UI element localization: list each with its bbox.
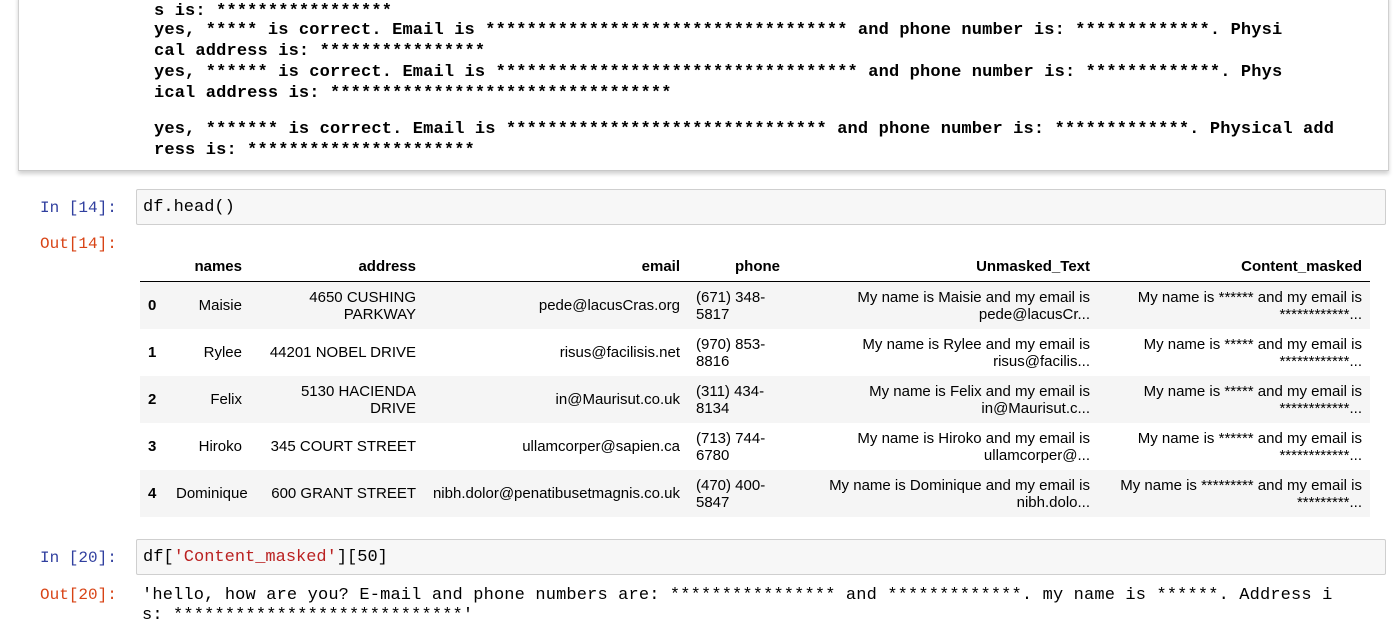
output-line: s: ****************************' <box>142 606 474 625</box>
output-prompt: Out[14]: <box>40 235 117 253</box>
output-line: cal address is: **************** <box>154 42 486 61</box>
table-cell: 345 COURT STREET <box>270 438 416 455</box>
table-cell: (311) 434-8134 <box>696 382 765 417</box>
column-header: Content_masked <box>1098 254 1370 282</box>
code-token: ][50] <box>336 548 388 567</box>
dataframe-table: names address email phone Unmasked_Text … <box>140 254 1370 517</box>
table-cell: My name is Dominique and my email is nib… <box>829 476 1090 511</box>
table-cell: nibh.dolor@penatibusetmagnis.co.uk <box>432 485 680 502</box>
table-cell: My name is Maisie and my email is pede@l… <box>857 288 1090 323</box>
output-line: yes, ***** is correct. Email is ********… <box>154 21 1283 40</box>
table-cell: Maisie <box>198 297 242 314</box>
table-row: 4 Dominique 600 GRANT STREET nibh.dolor@… <box>140 470 1370 517</box>
code-string-token: 'Content_masked' <box>173 548 337 567</box>
output-prompt: Out[20]: <box>40 586 117 604</box>
column-header <box>140 254 168 282</box>
table-cell: My name is ****** and my email is ******… <box>1137 429 1362 464</box>
row-index: 2 <box>148 391 157 408</box>
column-header: email <box>424 254 688 282</box>
table-cell: 4650 CUSHING PARKWAY <box>309 288 416 323</box>
table-cell: 5130 HACIENDA DRIVE <box>300 382 416 417</box>
table-cell: My name is Rylee and my email is risus@f… <box>862 335 1090 370</box>
output-line: s is: ***************** <box>154 2 393 21</box>
row-index: 0 <box>148 297 157 314</box>
input-prompt: In [14]: <box>40 199 117 217</box>
table-cell: 44201 NOBEL DRIVE <box>269 344 416 361</box>
table-header-row: names address email phone Unmasked_Text … <box>140 254 1370 282</box>
output-line: yes, ****** is correct. Email is *******… <box>154 63 1283 82</box>
table-row: 0 Maisie 4650 CUSHING PARKWAY pede@lacus… <box>140 281 1370 329</box>
output-line: yes, ******* is correct. Email is ******… <box>154 120 1335 139</box>
table-cell: (470) 400-5847 <box>696 476 766 511</box>
table-cell: My name is ********* and my email is ***… <box>1120 476 1362 511</box>
table-cell: (970) 853-8816 <box>696 335 766 370</box>
row-index: 1 <box>148 344 157 361</box>
table-cell: My name is ***** and my email is *******… <box>1143 382 1362 417</box>
table-row: 3 Hiroko 345 COURT STREET ullamcorper@sa… <box>140 423 1370 470</box>
table-cell: in@Maurisut.co.uk <box>555 391 680 408</box>
table-row: 2 Felix 5130 HACIENDA DRIVE in@Maurisut.… <box>140 376 1370 423</box>
table-cell: Felix <box>210 391 242 408</box>
table-cell: My name is ****** and my email is ******… <box>1137 288 1362 323</box>
table-cell: risus@facilisis.net <box>559 344 680 361</box>
input-prompt: In [20]: <box>40 549 117 567</box>
table-cell: Dominique <box>176 485 248 502</box>
code-input-cell[interactable]: df['Content_masked'][50] <box>136 539 1386 575</box>
code-text: df.head() <box>143 198 235 217</box>
row-index: 3 <box>148 438 157 455</box>
table-cell: 600 GRANT STREET <box>271 485 416 502</box>
table-cell: (713) 744-6780 <box>696 429 766 464</box>
output-line: 'hello, how are you? E-mail and phone nu… <box>142 586 1333 605</box>
table-cell: ullamcorper@sapien.ca <box>522 438 680 455</box>
table-cell: Rylee <box>203 344 242 361</box>
output-line: ress is: ********************** <box>154 141 475 160</box>
row-index: 4 <box>148 485 157 502</box>
table-cell: My name is ***** and my email is *******… <box>1143 335 1362 370</box>
column-header: names <box>168 254 250 282</box>
column-header: phone <box>688 254 788 282</box>
table-cell: Hiroko <box>198 438 242 455</box>
code-text: df['Content_masked'][50] <box>143 548 388 567</box>
table-cell: pede@lacusCras.org <box>538 297 680 314</box>
column-header: Unmasked_Text <box>788 254 1098 282</box>
table-cell: My name is Hiroko and my email is ullamc… <box>857 429 1090 464</box>
previous-output-area[interactable]: s is: ***************** yes, ***** is co… <box>18 0 1389 171</box>
code-token: df[ <box>143 548 174 567</box>
table-row: 1 Rylee 44201 NOBEL DRIVE risus@facilisi… <box>140 329 1370 376</box>
output-line: ical address is: ***********************… <box>154 84 672 103</box>
code-input-cell[interactable]: df.head() <box>136 189 1386 225</box>
table-cell: My name is Felix and my email is in@Maur… <box>869 382 1090 417</box>
column-header: address <box>250 254 424 282</box>
table-cell: (671) 348-5817 <box>696 288 766 323</box>
